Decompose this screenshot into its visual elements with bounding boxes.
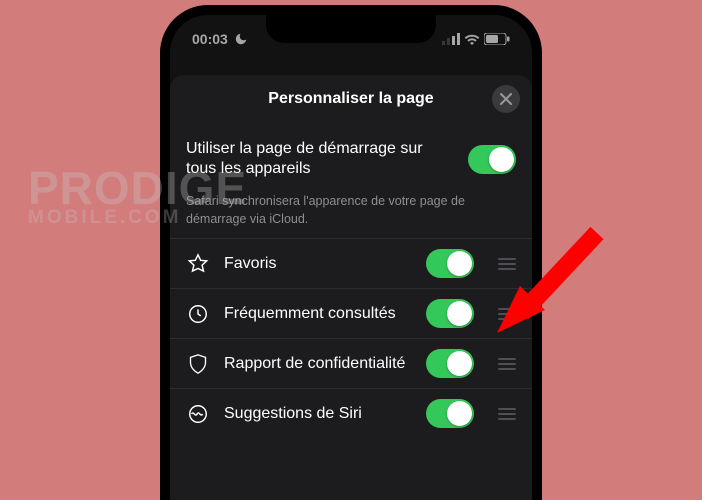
star-icon: [186, 253, 210, 275]
item-toggle[interactable]: [426, 349, 474, 378]
item-freq[interactable]: Fréquemment consultés: [170, 288, 532, 338]
screen: 00:03: [170, 15, 532, 500]
drag-handle-icon[interactable]: [498, 308, 516, 320]
stage: PRODIGE MOBILE.COM 00:03: [0, 0, 702, 500]
item-siri[interactable]: Suggestions de Siri: [170, 388, 532, 438]
item-favoris[interactable]: Favoris: [170, 238, 532, 288]
item-label: Favoris: [224, 254, 412, 273]
sync-toggle[interactable]: [468, 145, 516, 174]
sync-label: Utiliser la page de démarrage sur tous l…: [186, 139, 456, 179]
item-privacy[interactable]: Rapport de confidentialité: [170, 338, 532, 388]
notch: [266, 15, 436, 43]
item-label: Rapport de confidentialité: [224, 354, 412, 373]
siri-icon: [186, 403, 210, 425]
item-toggle[interactable]: [426, 249, 474, 278]
item-toggle[interactable]: [426, 299, 474, 328]
clock-icon: [186, 303, 210, 325]
item-label: Suggestions de Siri: [224, 404, 412, 423]
drag-handle-icon[interactable]: [498, 358, 516, 370]
shield-icon: [186, 353, 210, 375]
sync-section: Utiliser la page de démarrage sur tous l…: [170, 123, 532, 193]
drag-handle-icon[interactable]: [498, 258, 516, 270]
phone-frame: 00:03: [160, 5, 542, 500]
item-toggle[interactable]: [426, 399, 474, 428]
sync-caption: Safari synchronisera l'apparence de votr…: [170, 193, 532, 238]
options-list: Favoris Fréquemment consultés: [170, 238, 532, 438]
close-button[interactable]: [492, 85, 520, 113]
drag-handle-icon[interactable]: [498, 408, 516, 420]
sheet-header: Personnaliser la page: [170, 75, 532, 123]
item-label: Fréquemment consultés: [224, 304, 412, 323]
customize-sheet: Personnaliser la page Utiliser la page d…: [170, 75, 532, 500]
sheet-title: Personnaliser la page: [268, 90, 433, 108]
